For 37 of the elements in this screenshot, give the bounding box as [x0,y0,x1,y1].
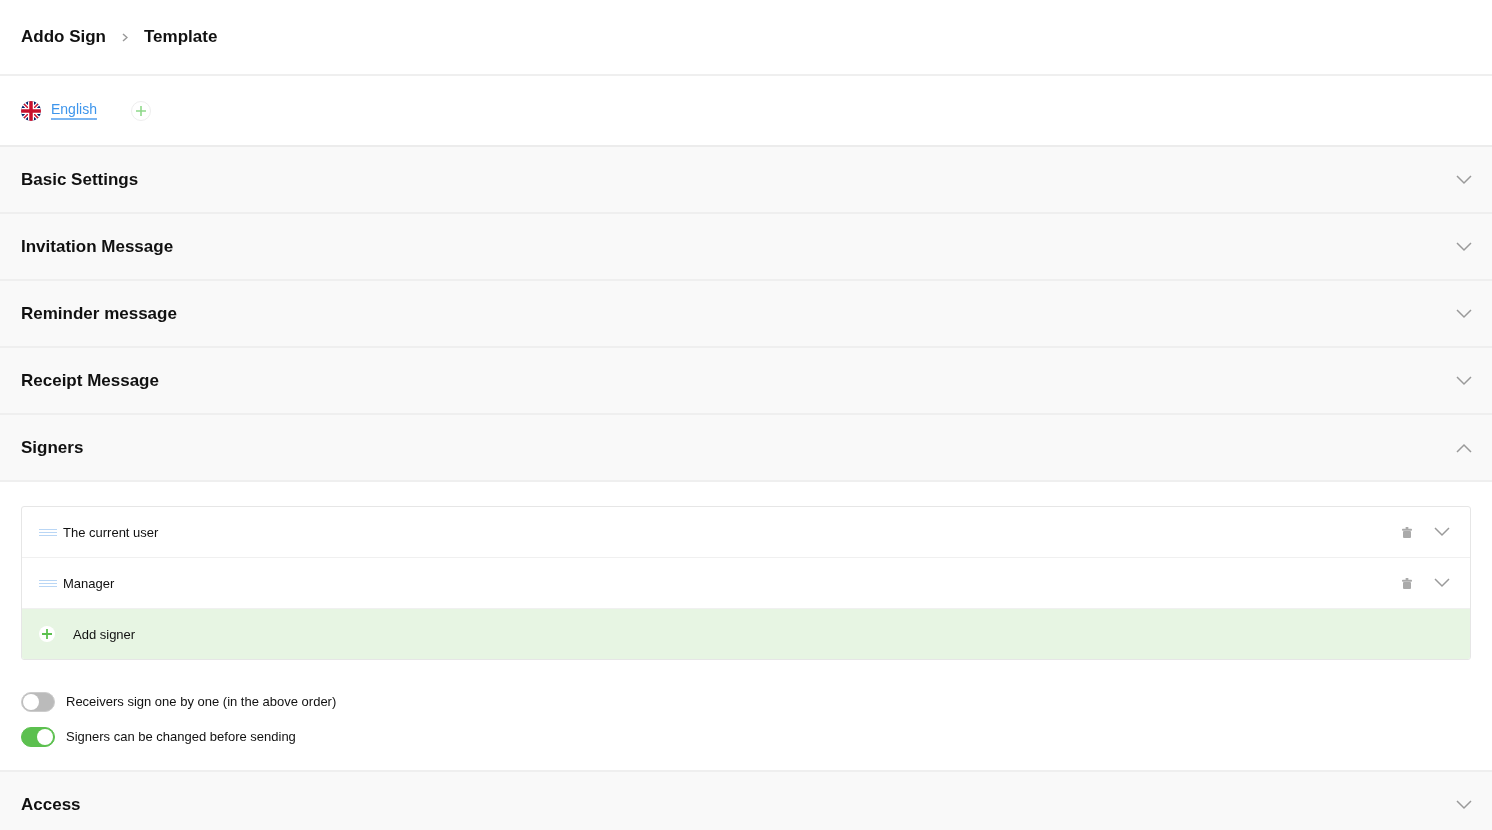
section-header[interactable]: Invitation Message [0,214,1492,281]
chevron-up-icon [1456,442,1472,453]
drag-handle-icon [39,528,57,536]
section-title: Basic Settings [21,169,139,190]
breadcrumb-item: Template [144,27,218,47]
section-title: Invitation Message [21,236,174,257]
flag-icon [21,100,41,121]
section-header[interactable]: Reminder message [0,281,1492,348]
toggle-switch[interactable] [21,726,55,747]
add-language-button[interactable] [130,100,151,121]
toggle-switch[interactable] [21,691,55,712]
signer-row[interactable]: The current user [22,507,1470,558]
section-title: Signers [21,437,84,458]
trash-icon [1402,577,1412,589]
section-title: Receipt Message [21,370,159,391]
breadcrumb-item[interactable]: Addo Sign [21,27,106,47]
drag-handle-icon [39,579,57,587]
add-signer-button[interactable]: Add signer [22,609,1470,659]
section-header[interactable]: Basic Settings [0,147,1492,214]
chevron-down-icon [1456,241,1472,252]
signer-name: The current user [63,524,160,540]
breadcrumb-separator-icon [122,32,128,42]
section-title: Reminder message [21,303,177,324]
trash-icon [1402,526,1412,538]
chevron-down-icon [1456,799,1472,810]
chevron-down-icon [1456,174,1472,185]
toggle-label: Receivers sign one by one (in the above order) [66,694,337,709]
section-header[interactable]: Access [0,772,1492,830]
section-header[interactable]: Receipt Message [0,348,1492,415]
chevron-down-icon [1456,308,1472,319]
section-header[interactable]: Signers [0,415,1492,482]
plus-icon [135,105,146,116]
chevron-down-icon [1456,375,1472,386]
toggle-label: Signers can be changed before sending [66,729,296,744]
section-title: Access [21,794,81,815]
signer-name: Manager [63,575,116,591]
plus-icon [39,626,55,642]
